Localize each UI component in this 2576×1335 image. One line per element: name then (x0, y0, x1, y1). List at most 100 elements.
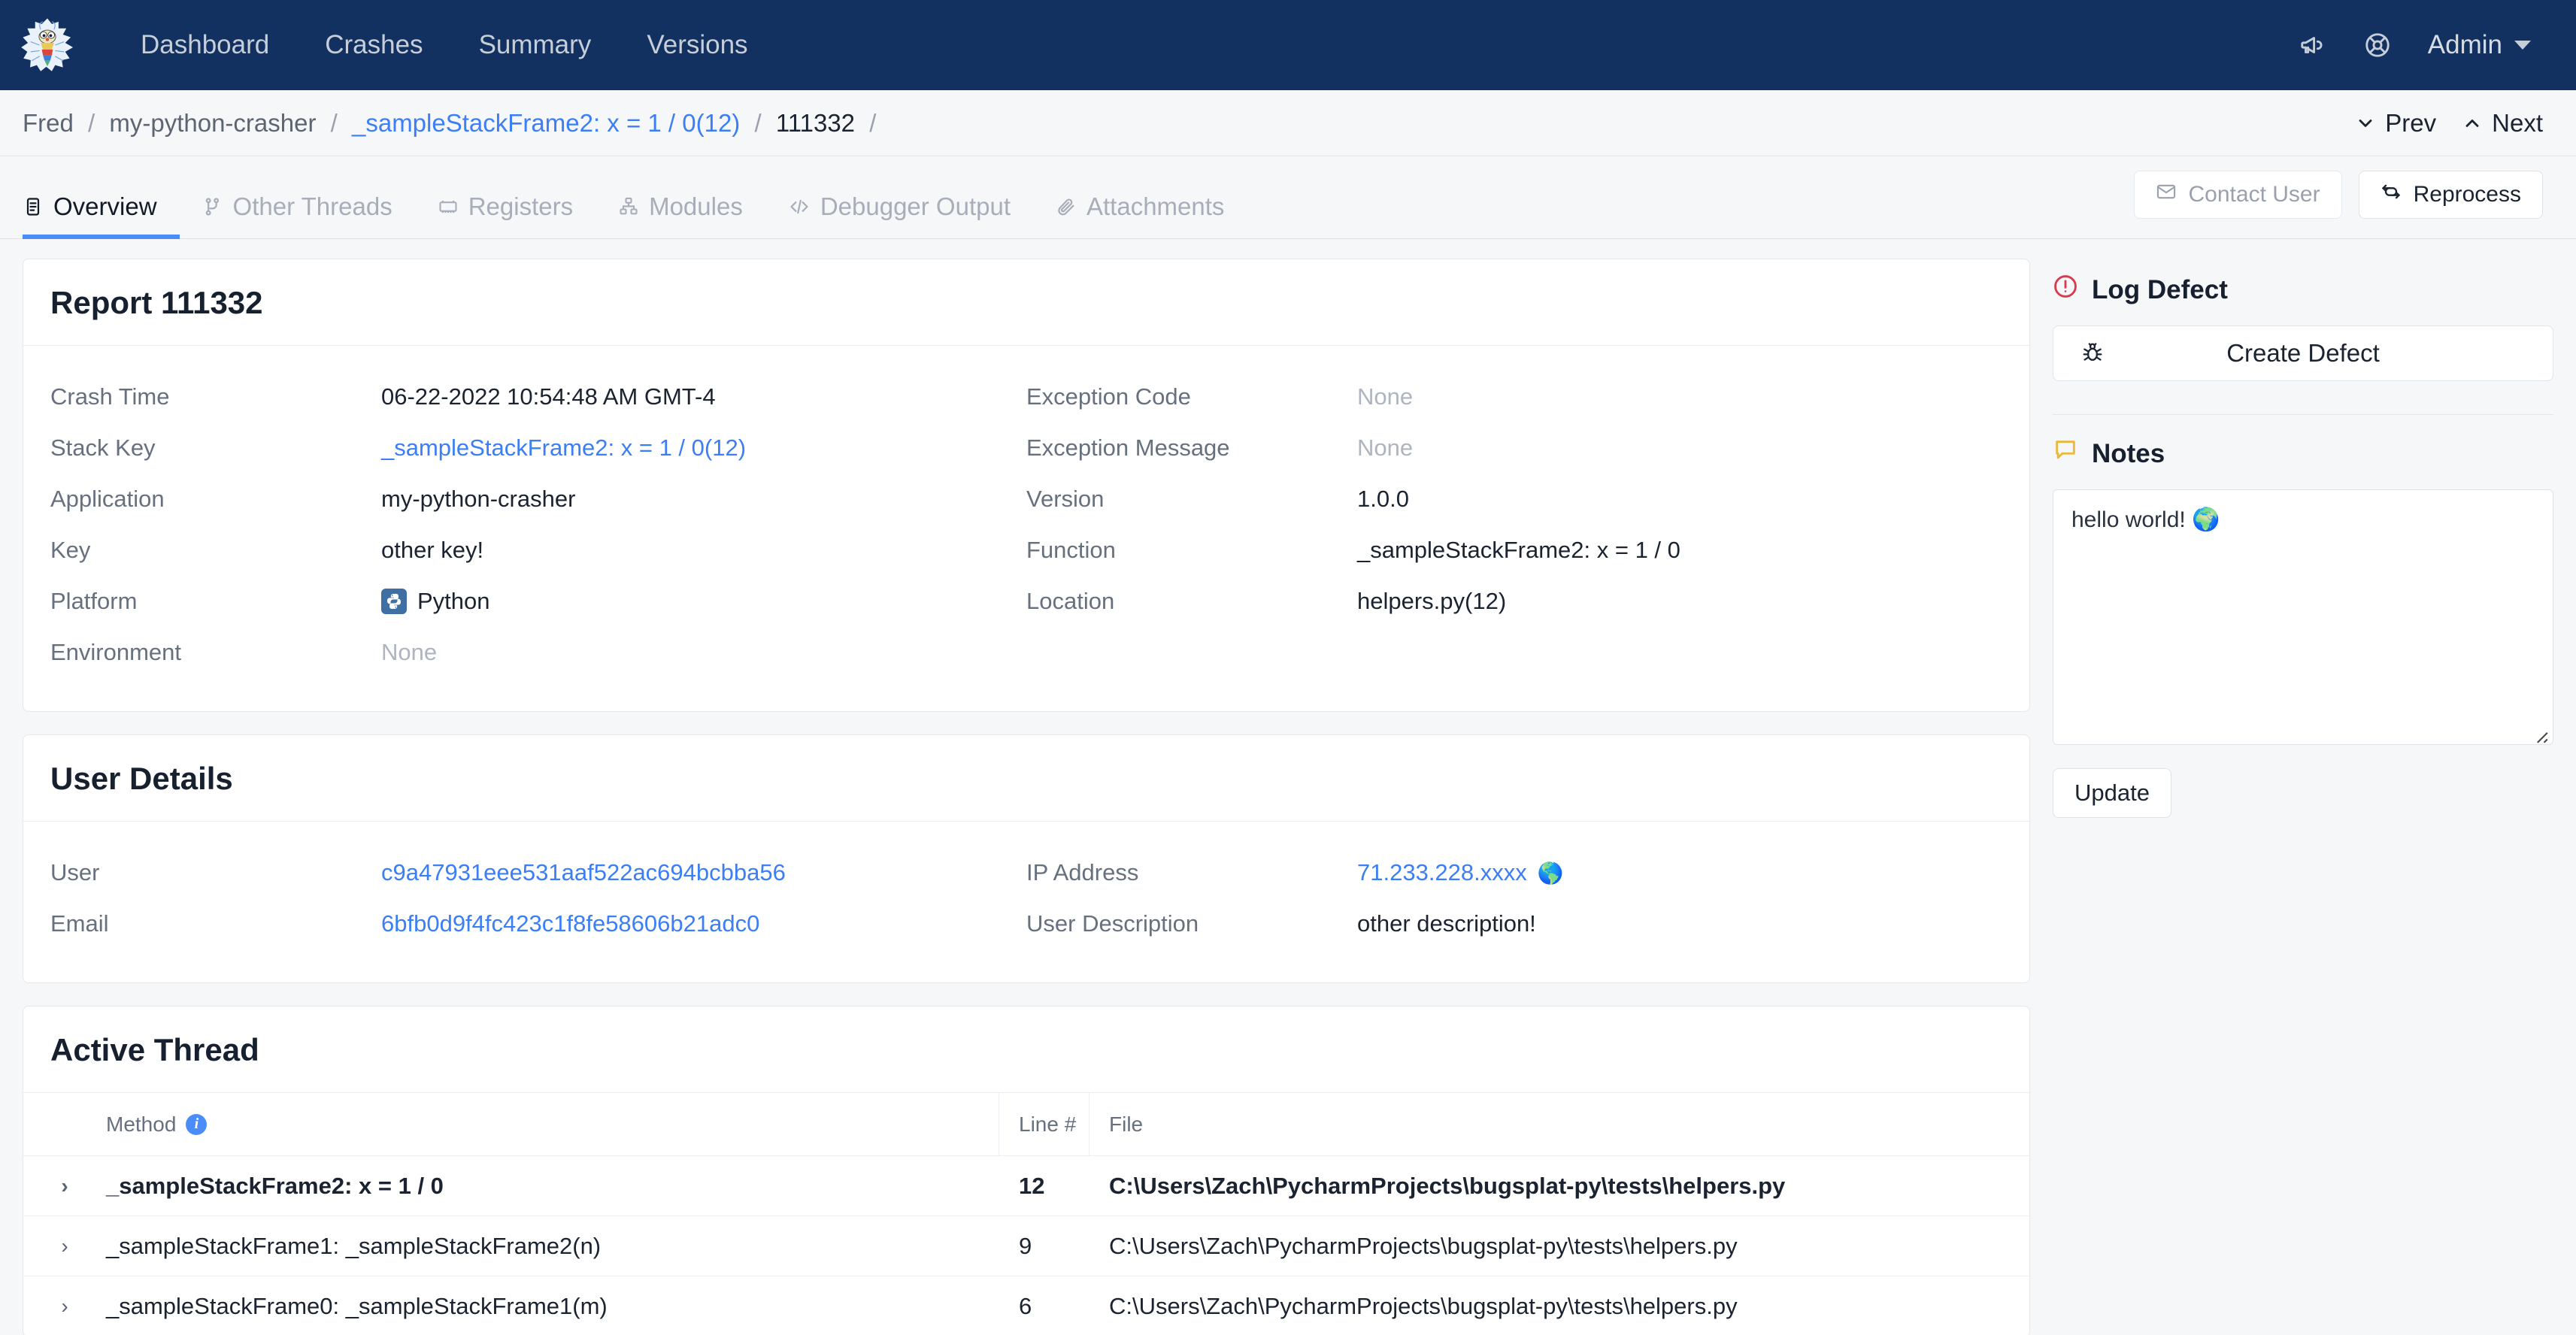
row-line: 12 (1019, 1172, 1045, 1199)
tab-registers[interactable]: Registers (415, 156, 596, 238)
tab-debugger-output[interactable]: Debugger Output (765, 156, 1033, 238)
tab-overview[interactable]: Overview (23, 156, 180, 239)
notes-title: Notes (2092, 438, 2165, 468)
field-label: Email (50, 910, 109, 937)
reprocess-label: Reprocess (2413, 182, 2521, 207)
field-value-ip-address[interactable]: 71.233.228.xxxx 🌎 (1357, 859, 1564, 886)
megaphone-icon[interactable] (2281, 13, 2345, 77)
account-label: Admin (2427, 30, 2502, 59)
report-left-column: Crash Time 06-22-2022 10:54:48 AM GMT-4 … (50, 371, 1026, 678)
report-card-header: Report 111332 (23, 259, 2029, 346)
git-branch-icon (202, 196, 223, 217)
life-ring-icon[interactable] (2345, 13, 2410, 77)
chevron-right-icon[interactable]: › (23, 1294, 106, 1318)
report-card: Report 111332 Crash Time 06-22-2022 10:5… (23, 259, 2030, 712)
row-method: _sampleStackFrame2: x = 1 / 0 (106, 1172, 444, 1199)
contact-user-button[interactable]: Contact User (2133, 171, 2342, 219)
field-row: Platform Python (50, 576, 1026, 627)
field-row: Environment None (50, 627, 1026, 678)
row-file: C:\Users\Zach\PycharmProjects\bugsplat-p… (1109, 1232, 1738, 1259)
nav-link-summary[interactable]: Summary (451, 30, 620, 60)
code-icon (788, 196, 811, 217)
field-row: Stack Key _sampleStackFrame2: x = 1 / 0(… (50, 422, 1026, 474)
row-line: 9 (1019, 1232, 1032, 1259)
reprocess-button[interactable]: Reprocess (2358, 171, 2543, 219)
field-value-email[interactable]: 6bfb0d9f4fc423c1f8fe58606b21adc0 (381, 910, 759, 937)
tab-actions: Contact User Reprocess (2133, 171, 2543, 238)
file-text-icon (23, 196, 44, 217)
nav-link-dashboard[interactable]: Dashboard (113, 30, 297, 60)
field-row: User c9a47931eee531aaf522ac694bcbba56 (50, 847, 1026, 898)
table-row[interactable]: › _sampleStackFrame0: _sampleStackFrame1… (23, 1276, 2029, 1335)
nav-link-versions[interactable]: Versions (619, 30, 775, 60)
tab-label: Attachments (1086, 192, 1225, 220)
next-report-button[interactable]: Next (2462, 109, 2543, 138)
chevron-right-icon[interactable]: › (23, 1174, 106, 1198)
notes-textarea[interactable] (2053, 489, 2553, 745)
method-header-label: Method (106, 1112, 177, 1136)
tab-label: Debugger Output (820, 192, 1011, 220)
update-notes-button[interactable]: Update (2053, 768, 2171, 818)
field-label: IP Address (1026, 859, 1139, 885)
user-details-header: User Details (23, 735, 2029, 822)
file-column-header[interactable]: File (1089, 1093, 2029, 1155)
registers-icon (438, 196, 459, 217)
field-value-version: 1.0.0 (1357, 486, 1409, 512)
top-navbar: Dashboard Crashes Summary Versions Admin (0, 0, 2576, 90)
breadcrumb: Fred / my-python-crasher / _sampleStackF… (23, 109, 883, 138)
field-label: Platform (50, 588, 138, 614)
platform-label: Python (417, 588, 490, 614)
tab-label: Other Threads (232, 192, 392, 220)
chevron-right-icon[interactable]: › (23, 1234, 106, 1258)
field-value-user[interactable]: c9a47931eee531aaf522ac694bcbba56 (381, 859, 786, 886)
report-card-body: Crash Time 06-22-2022 10:54:48 AM GMT-4 … (23, 346, 2029, 711)
breadcrumb-application[interactable]: my-python-crasher (109, 109, 316, 137)
report-right-column: Exception Code None Exception Message No… (1026, 371, 2002, 678)
prev-report-button[interactable]: Prev (2355, 109, 2436, 138)
breadcrumb-company[interactable]: Fred (23, 109, 74, 137)
ip-address-text: 71.233.228.xxxx (1357, 859, 1527, 885)
field-row: Application my-python-crasher (50, 474, 1026, 525)
account-menu[interactable]: Admin (2410, 30, 2543, 60)
field-row: Exception Code None (1026, 371, 2002, 422)
user-right-column: IP Address 71.233.228.xxxx 🌎 User Descri… (1026, 847, 2002, 949)
field-value-stack-key[interactable]: _sampleStackFrame2: x = 1 / 0(12) (381, 434, 746, 462)
method-column-header[interactable]: Method i (106, 1093, 999, 1155)
navbar-right: Admin (2281, 13, 2543, 77)
field-value-exception-code: None (1357, 383, 1414, 410)
line-column-header[interactable]: Line # (999, 1093, 1089, 1155)
field-value-exception-message: None (1357, 434, 1414, 461)
field-row: Location helpers.py(12) (1026, 576, 2002, 627)
tab-attachments[interactable]: Attachments (1033, 156, 1247, 238)
page-title: Report 111332 (50, 285, 263, 320)
log-defect-section: Log Defect Create Defect (2053, 259, 2553, 381)
globe-icon[interactable]: 🌎 (1538, 861, 1564, 885)
table-row[interactable]: › _sampleStackFrame1: _sampleStackFrame2… (23, 1216, 2029, 1276)
row-file: C:\Users\Zach\PycharmProjects\bugsplat-p… (1109, 1292, 1738, 1319)
tab-label: Overview (53, 192, 157, 220)
nav-link-crashes[interactable]: Crashes (297, 30, 450, 60)
breadcrumb-separator: / (88, 108, 95, 137)
tab-other-threads[interactable]: Other Threads (180, 156, 415, 238)
breadcrumb-report-id[interactable]: 111332 (776, 109, 855, 137)
field-value-function: _sampleStackFrame2: x = 1 / 0 (1357, 537, 1680, 563)
primary-nav: Dashboard Crashes Summary Versions (113, 30, 776, 60)
field-label: User Description (1026, 910, 1199, 937)
breadcrumb-stack-key[interactable]: _sampleStackFrame2: x = 1 / 0(12) (352, 109, 740, 137)
info-icon[interactable]: i (186, 1113, 208, 1135)
sidebar-column: Log Defect Create Defect Notes hello wor… (2053, 239, 2553, 1335)
row-method: _sampleStackFrame0: _sampleStackFrame1(m… (106, 1292, 608, 1319)
page-content: Report 111332 Crash Time 06-22-2022 10:5… (0, 239, 2576, 1335)
row-line: 6 (1019, 1292, 1032, 1319)
paperclip-icon (1056, 196, 1077, 217)
tab-modules[interactable]: Modules (596, 156, 765, 238)
notes-heading: Notes (2053, 422, 2553, 489)
field-label: Application (50, 486, 165, 512)
tab-label: Registers (468, 192, 574, 220)
bug-icon (2080, 341, 2105, 365)
breadcrumb-separator: / (869, 108, 877, 137)
field-label: Stack Key (50, 434, 156, 461)
table-row[interactable]: › _sampleStackFrame2: x = 1 / 0 12 C:\Us… (23, 1156, 2029, 1216)
bugsplat-logo[interactable] (20, 17, 75, 73)
create-defect-button[interactable]: Create Defect (2053, 325, 2553, 381)
